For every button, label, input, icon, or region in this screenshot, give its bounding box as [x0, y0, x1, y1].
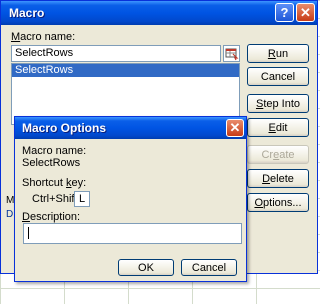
shortcut-key-label: Shortcut key:: [22, 177, 86, 189]
macro-options-dialog: Macro Options ✕ Macro name: SelectRows S…: [14, 116, 247, 282]
delete-button-post: elete: [270, 172, 294, 185]
cancel-button[interactable]: Cancel: [247, 67, 309, 86]
description-label-rest: escription:: [29, 211, 81, 223]
options-cancel-button[interactable]: Cancel: [181, 259, 237, 276]
step-into-button-key: S: [255, 97, 264, 110]
options-macro-name-label: Macro name:: [22, 145, 87, 157]
options-button-post: ptions...: [263, 196, 302, 209]
shortcut-key-input[interactable]: L: [74, 191, 90, 207]
create-button[interactable]: Cr e ate: [247, 145, 309, 164]
options-button-key: O: [254, 196, 264, 209]
macro-name-label-rest: acro name:: [20, 31, 76, 43]
edit-button[interactable]: Edit: [247, 118, 309, 137]
step-into-button-post: tep Into: [263, 97, 301, 110]
shortcut-label-pre: Shortcut: [22, 177, 67, 189]
macro-name-label: Macro name:: [11, 31, 75, 43]
ok-button[interactable]: OK: [118, 259, 174, 276]
macro-options-title: Macro Options: [22, 121, 107, 135]
delete-button-key: D: [262, 172, 271, 185]
options-macro-name-value: SelectRows: [22, 157, 81, 169]
description-label: Description:: [22, 211, 80, 223]
macro-name-label-key: M: [11, 31, 21, 43]
options-button[interactable]: Options...: [247, 193, 309, 212]
step-into-button[interactable]: Step Into: [247, 94, 309, 113]
create-button-post: ate: [279, 148, 295, 161]
macro-dialog-title: Macro: [9, 6, 45, 20]
edit-button-key: E: [268, 121, 276, 134]
macro-name-input[interactable]: SelectRows: [11, 45, 221, 62]
macro-options-titlebar[interactable]: Macro Options ✕: [15, 117, 246, 139]
shortcut-label-post: ey:: [71, 177, 87, 189]
cancel-button-label: Cancel: [260, 70, 296, 83]
macro-list-item-selectrows[interactable]: SelectRows: [12, 64, 239, 77]
cell-picker-icon[interactable]: [223, 45, 240, 62]
delete-button[interactable]: Delete: [247, 169, 309, 188]
obscured-label-fragment-d: D: [6, 209, 14, 220]
help-icon[interactable]: ?: [275, 3, 294, 22]
create-button-pre: Cr: [261, 148, 274, 161]
description-label-key: D: [22, 211, 30, 223]
run-button-key: R: [267, 47, 276, 60]
text-caret: [28, 227, 29, 239]
macro-titlebar[interactable]: Macro ? ✕: [1, 1, 317, 25]
run-button-post: un: [275, 47, 289, 60]
close-icon[interactable]: ✕: [226, 119, 244, 137]
edit-button-post: dit: [275, 121, 288, 134]
close-icon[interactable]: ✕: [296, 3, 315, 22]
description-input[interactable]: [23, 223, 242, 244]
run-button[interactable]: Run: [247, 44, 309, 63]
